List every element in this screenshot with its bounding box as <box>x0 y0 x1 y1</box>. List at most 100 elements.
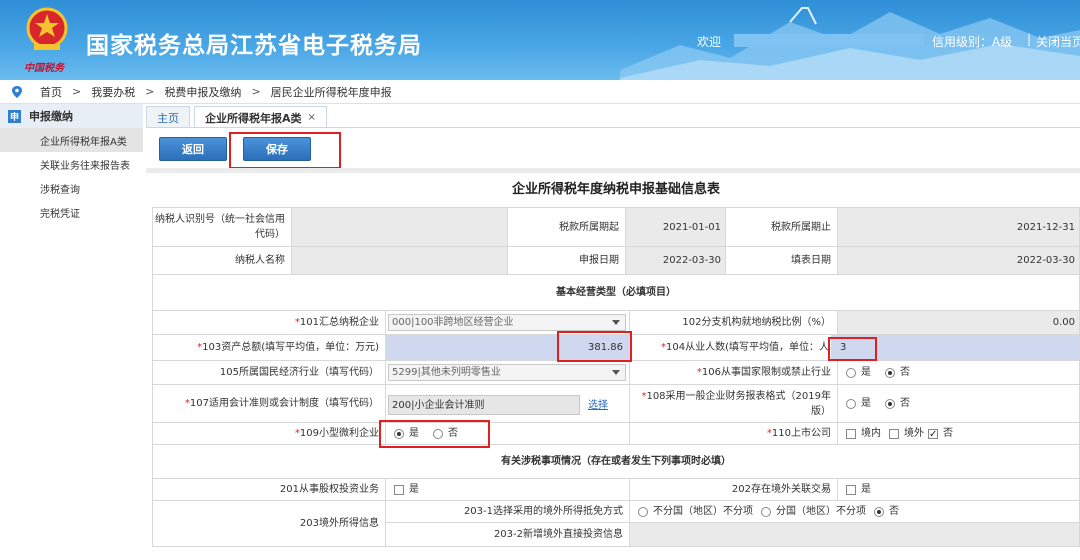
field-107-value: 200|小企业会计准则 <box>392 399 485 411</box>
field-203-2-label: 203-2新增境外直接投资信息 <box>386 523 630 547</box>
chevron-right-icon: > <box>72 85 82 98</box>
chevron-right-icon: > <box>251 85 261 98</box>
field-106-options: 是 否 <box>838 361 1080 385</box>
field-105-select[interactable]: 5299|其他未列明零售业 <box>388 364 626 381</box>
breadcrumb-tax-filing[interactable]: 税费申报及缴纳 <box>164 84 241 100</box>
field-110-no[interactable]: 否 <box>928 426 953 442</box>
radio-icon <box>846 398 856 409</box>
dropdown-arrow-icon <box>612 320 620 325</box>
checkbox-icon <box>846 428 856 439</box>
site-header: 国家税务总局江苏省电子税务局 中国税务 欢迎 信用级别：A级 | 关闭当页 <box>0 0 1080 80</box>
field-104-label-text: 104从业人数(填写平均值，单位：人 <box>666 342 829 353</box>
field-110-overseas[interactable]: 境外 <box>889 426 924 441</box>
highlight-box-save <box>229 132 341 169</box>
field-203-1-options: 不分国（地区）不分项 分国（地区）不分项 否 <box>630 501 1080 523</box>
section-tax-matters: 有关涉税事项情况（存在或者发生下列事项时必填） <box>152 445 1080 479</box>
field-201-yes-label: 是 <box>409 484 419 495</box>
field-103-label-text: 103资产总额(填写平均值，单位：万元) <box>202 342 379 353</box>
field-203-1-opt1-label: 不分国（地区）不分项 <box>653 506 753 517</box>
sidebar: 申 申报缴纳 企业所得税年报A类 关联业务往来报告表 涉税查询 完税凭证 <box>0 104 143 560</box>
field-110-domestic[interactable]: 境内 <box>846 426 881 441</box>
taxpayer-name-label: 纳税人名称 <box>152 247 292 275</box>
field-203-1-no[interactable]: 否 <box>874 504 899 519</box>
field-203-1-opt2[interactable]: 分国（地区）不分项 <box>761 504 866 519</box>
checkbox-checked-icon <box>928 427 938 442</box>
field-203-1-opt1[interactable]: 不分国（地区）不分项 <box>638 504 753 519</box>
field-107-cell: 200|小企业会计准则 选择 <box>386 385 630 423</box>
field-201-label: 201从事股权投资业务 <box>152 479 386 501</box>
close-page-link[interactable]: 关闭当页 <box>1036 33 1080 50</box>
tax-slogan-logo: 中国税务 <box>24 63 64 74</box>
breadcrumb-home[interactable]: 首页 <box>40 84 62 100</box>
period-start-label: 税款所属期起 <box>508 207 626 247</box>
close-icon[interactable]: × <box>308 112 316 123</box>
field-108-yes[interactable]: 是 <box>846 396 871 411</box>
taxpayer-id-value <box>292 207 508 247</box>
field-102-value: 0.00 <box>838 311 1080 335</box>
taxpayer-id-label: 纳税人识别号（统一社会信用代码） <box>152 207 292 247</box>
field-106-no[interactable]: 否 <box>885 365 910 380</box>
site-title: 国家税务总局江苏省电子税务局 <box>86 33 422 59</box>
filing-date-value: 2022-03-30 <box>626 247 726 275</box>
field-106-label: * 106从事国家限制或禁止行业 <box>630 361 838 385</box>
tab-annual-a[interactable]: 企业所得税年报A类 × <box>194 106 327 128</box>
highlight-box-employees <box>828 337 877 361</box>
field-105-label: 105所属国民经济行业（填写代码） <box>152 361 386 385</box>
field-104-label: * 104从业人数(填写平均值，单位：人 <box>630 335 832 361</box>
header-separator: | <box>1027 32 1032 46</box>
field-110-no-label: 否 <box>943 428 953 439</box>
fill-date-value: 2022-03-30 <box>838 247 1080 275</box>
checkbox-icon <box>846 484 856 495</box>
field-106-yes[interactable]: 是 <box>846 365 871 380</box>
fill-date-label: 填表日期 <box>726 247 838 275</box>
field-110-label: * 110上市公司 <box>630 423 838 445</box>
dropdown-arrow-icon <box>612 370 620 375</box>
field-108-no[interactable]: 否 <box>885 396 910 411</box>
tab-underline <box>146 127 1080 128</box>
field-202-label: 202存在境外关联交易 <box>630 479 838 501</box>
field-105-value: 5299|其他未列明零售业 <box>392 367 501 378</box>
field-107-input[interactable]: 200|小企业会计准则 <box>388 395 580 415</box>
tab-annual-a-label: 企业所得税年报A类 <box>205 111 302 125</box>
field-203-2-value <box>630 523 1080 547</box>
sidebar-item-tax-receipt[interactable]: 完税凭证 <box>0 200 143 224</box>
field-201-yes[interactable]: 是 <box>394 482 419 497</box>
field-101-label-text: 101汇总纳税企业 <box>299 317 379 328</box>
field-108-label: *108采用一般企业财务报表格式（2019年版） <box>630 385 838 423</box>
tab-home-label: 主页 <box>157 111 179 125</box>
field-110-options: 境内 境外 否 <box>838 423 1080 445</box>
field-107-label: * 107适用会计准则或会计制度（填写代码） <box>152 385 386 423</box>
field-101-label: * 101汇总纳税企业 <box>152 311 386 335</box>
breadcrumb-my-tax[interactable]: 我要办税 <box>91 84 135 100</box>
basic-info-form: 纳税人识别号（统一社会信用代码） 税款所属期起 2021-01-01 税款所属期… <box>152 207 1080 560</box>
back-button[interactable]: 返回 <box>159 137 227 161</box>
sidebar-group-filing[interactable]: 申 申报缴纳 <box>0 104 143 128</box>
section-basic-type: 基本经营类型（必填项目） <box>152 275 1080 311</box>
field-103-label: * 103资产总额(填写平均值，单位：万元) <box>152 335 386 361</box>
filing-date-label: 申报日期 <box>508 247 626 275</box>
field-109-label-text: 109小型微利企业 <box>299 428 379 439</box>
field-202-options: 是 <box>838 479 1080 501</box>
field-106-yes-label: 是 <box>861 367 871 378</box>
sidebar-item-related-report[interactable]: 关联业务往来报告表 <box>0 152 143 176</box>
form-title: 企业所得税年度纳税申报基础信息表 <box>511 182 720 197</box>
radio-selected-icon <box>885 367 895 378</box>
checkbox-icon <box>889 428 899 439</box>
field-202-yes[interactable]: 是 <box>846 482 871 497</box>
user-name-redacted <box>734 34 924 47</box>
field-106-label-text: 106从事国家限制或禁止行业 <box>701 367 831 378</box>
highlight-box-small-profit <box>379 420 490 448</box>
tax-emblem-icon <box>26 7 68 50</box>
field-203-1-no-label: 否 <box>889 506 899 517</box>
field-203-1-label: 203-1选择采用的境外所得抵免方式 <box>386 501 630 523</box>
taxpayer-name-value <box>292 247 508 275</box>
field-202-yes-label: 是 <box>861 484 871 495</box>
radio-selected-icon <box>874 506 884 517</box>
field-101-select[interactable]: 000|100非跨地区经营企业 <box>388 314 626 331</box>
field-107-label-text: 107适用会计准则或会计制度（填写代码） <box>189 398 379 409</box>
field-108-label-text: 108采用一般企业财务报表格式（2019年版） <box>646 390 831 417</box>
sidebar-item-annual-a[interactable]: 企业所得税年报A类 <box>0 128 143 152</box>
tab-home[interactable]: 主页 <box>146 106 190 128</box>
sidebar-item-tax-query[interactable]: 涉税查询 <box>0 176 143 200</box>
field-107-select-link[interactable]: 选择 <box>588 398 608 413</box>
